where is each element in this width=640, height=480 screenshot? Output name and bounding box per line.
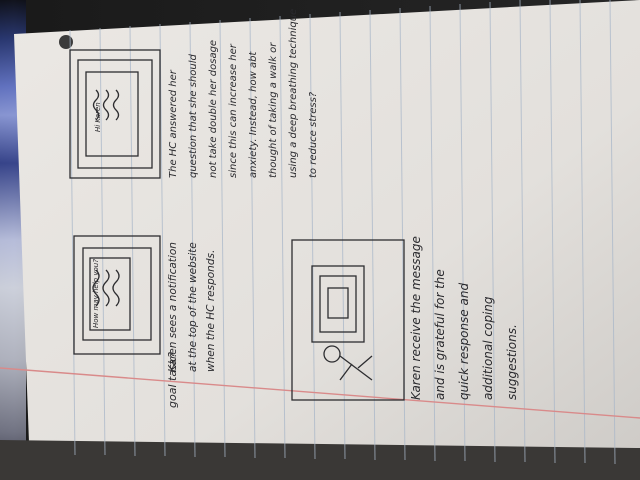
svg-text:and is grateful for the: and is grateful for the	[433, 269, 447, 400]
photo-scene: How may help you? Hi Karen goal task? Ka…	[0, 0, 640, 480]
svg-text:quick response and: quick response and	[457, 283, 471, 400]
svg-text:to reduce stress?: to reduce stress?	[308, 91, 319, 178]
svg-text:since this can increase her: since this can increase her	[228, 43, 239, 178]
svg-text:at the top of the website: at the top of the website	[187, 242, 199, 372]
frame1-caption: Karen sees a notification at the top of …	[167, 242, 217, 372]
svg-text:suggestions.: suggestions.	[505, 324, 519, 400]
binder-hole	[59, 35, 73, 49]
frame1-screen-text: How may help you?	[92, 259, 100, 328]
svg-text:anxiety. Instead, how abt: anxiety. Instead, how abt	[248, 51, 259, 178]
svg-text:additional coping: additional coping	[481, 296, 495, 400]
svg-text:question that she should: question that she should	[188, 53, 199, 178]
svg-text:The HC answered her: The HC answered her	[168, 69, 179, 178]
frame2-screen-text: Hi Karen	[94, 102, 102, 132]
notebook-page: How may help you? Hi Karen goal task? Ka…	[0, 0, 640, 480]
svg-text:when the HC responds.: when the HC responds.	[205, 250, 217, 372]
svg-text:not take double her dosage: not take double her dosage	[208, 40, 219, 178]
svg-text:Karen sees a notification: Karen sees a notification	[167, 242, 179, 372]
svg-text:Karen receive the message: Karen receive the message	[409, 236, 423, 400]
svg-text:thought of taking a walk or: thought of taking a walk or	[268, 42, 279, 178]
svg-text:using a deep breathing techniq: using a deep breathing technique	[288, 9, 299, 178]
